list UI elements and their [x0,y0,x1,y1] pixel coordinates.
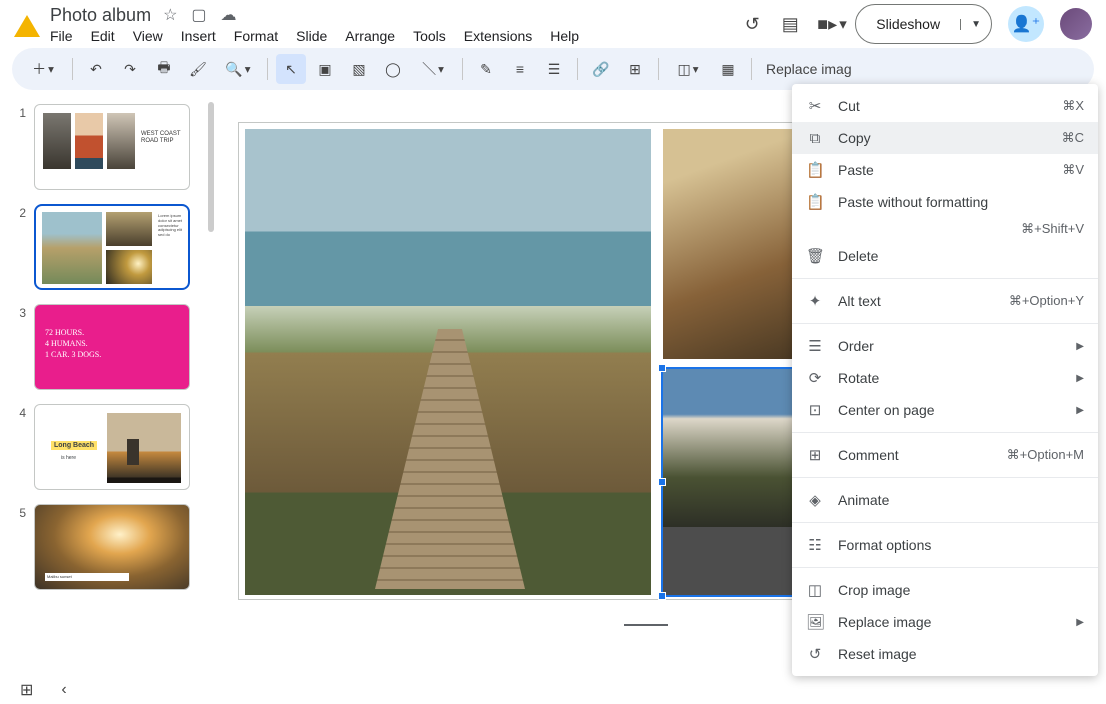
format-icon: ☷ [806,536,824,554]
history-icon[interactable]: ↺ [741,14,763,35]
menu-insert[interactable]: Insert [181,28,216,44]
slide-thumbnail-4[interactable]: Long Beach is here [34,404,190,490]
ctx-cut[interactable]: ✂Cut⌘X [792,90,1098,122]
menu-bar: File Edit View Insert Format Slide Arran… [50,26,741,44]
shape-tool[interactable]: ◯ [378,54,408,84]
order-icon: ☰ [806,337,824,355]
mask-button[interactable]: ▦ [713,54,743,84]
menu-extensions[interactable]: Extensions [464,28,532,44]
slide-thumbnail-3[interactable]: 72 HOURS. 4 HUMANS. 1 CAR. 3 DOGS. [34,304,190,390]
meet-icon[interactable]: ■▸ ▾ [817,14,839,35]
print-button[interactable]: 🖶 [149,54,179,84]
context-menu: ✂Cut⌘X ⧉Copy⌘C 📋Paste⌘V 📋Paste without f… [792,84,1098,676]
ctx-format-options[interactable]: ☷Format options [792,529,1098,561]
ctx-alt-text[interactable]: ✦Alt text⌘+Option+Y [792,285,1098,317]
slideshow-caret[interactable]: ▼ [960,19,991,30]
slide-number: 3 [16,304,26,390]
ctx-paste-shortcut: ⌘+Shift+V [792,218,1098,240]
slide-thumbnail-2[interactable]: Lorem ipsum dolor sit amet consectetur a… [34,204,190,290]
border-dash-button[interactable]: ☰ [539,54,569,84]
crop-button[interactable]: ◫ ▾ [667,54,709,84]
undo-button[interactable]: ↶ [81,54,111,84]
center-icon: ⊡ [806,401,824,419]
comments-icon[interactable]: ▤ [779,14,801,35]
ctx-center-on-page[interactable]: ⊡Center on page▶ [792,394,1098,426]
ctx-comment[interactable]: ⊞Comment⌘+Option+M [792,439,1098,471]
menu-slide[interactable]: Slide [296,28,327,44]
menu-edit[interactable]: Edit [91,28,115,44]
border-color-button[interactable]: ✎ [471,54,501,84]
menu-format[interactable]: Format [234,28,278,44]
ctx-animate[interactable]: ◈Animate [792,484,1098,516]
zoom-button[interactable]: 🔍 ▾ [217,54,259,84]
comment-button[interactable]: ⊞ [620,54,650,84]
ctx-rotate[interactable]: ⟳Rotate▶ [792,362,1098,394]
comment-icon: ⊞ [806,446,824,464]
replace-image-label[interactable]: Replace imag [766,61,852,77]
scrollbar[interactable] [208,102,214,232]
line-tool[interactable]: ＼ ▾ [412,54,454,84]
slide-number: 5 [16,504,26,590]
ctx-paste-without-formatting[interactable]: 📋Paste without formatting [792,186,1098,218]
ctx-delete[interactable]: 🗑Delete [792,240,1098,272]
slides-logo[interactable] [14,7,40,41]
ctx-crop-image[interactable]: ◫Crop image [792,574,1098,606]
accessibility-icon: ✦ [806,292,824,310]
slide-panel[interactable]: 1 WEST COAST ROAD TRIP 2 Lorem ipsum dol… [0,94,218,676]
menu-arrange[interactable]: Arrange [345,28,395,44]
star-icon[interactable]: ☆ [163,5,177,25]
redo-button[interactable]: ↷ [115,54,145,84]
slide-number: 2 [16,204,26,290]
ctx-order[interactable]: ☰Order▶ [792,330,1098,362]
app-header: Photo album ☆ ▢ ☁ File Edit View Insert … [0,0,1106,44]
image-icon: 🖼 [806,613,824,631]
ctx-reset-image[interactable]: ↺Reset image [792,638,1098,670]
clipboard-plain-icon: 📋 [806,193,824,211]
account-avatar[interactable] [1060,8,1092,40]
animate-icon: ◈ [806,491,824,509]
collapse-panel-icon[interactable]: ‹ [61,681,66,699]
document-title[interactable]: Photo album [50,5,151,26]
border-weight-button[interactable]: ≡ [505,54,535,84]
slide-thumbnail-5[interactable]: Malibu sunset [34,504,190,590]
grid-view-icon[interactable]: ⊞ [20,680,33,700]
slide-thumbnail-1[interactable]: WEST COAST ROAD TRIP [34,104,190,190]
ctx-copy[interactable]: ⧉Copy⌘C [792,122,1098,154]
menu-file[interactable]: File [50,28,73,44]
menu-tools[interactable]: Tools [413,28,446,44]
scissors-icon: ✂ [806,97,824,115]
move-icon[interactable]: ▢ [191,5,206,25]
copy-icon: ⧉ [806,130,824,147]
cloud-icon[interactable]: ☁ [221,5,237,25]
slide-number: 4 [16,404,26,490]
ctx-replace-image[interactable]: 🖼Replace image▶ [792,606,1098,638]
image-tool[interactable]: ▧ [344,54,374,84]
textbox-tool[interactable]: ▣ [310,54,340,84]
rotate-icon: ⟳ [806,369,824,387]
crop-icon: ◫ [806,581,824,599]
slideshow-button[interactable]: Slideshow ▼ [855,4,992,44]
canvas-image-boardwalk[interactable] [245,129,651,595]
paint-format-button[interactable]: 🖌 [183,54,213,84]
menu-view[interactable]: View [133,28,163,44]
menu-help[interactable]: Help [550,28,579,44]
trash-icon: 🗑 [806,247,824,265]
share-button[interactable]: 👤⁺ [1008,6,1044,42]
reset-icon: ↺ [806,645,824,663]
clipboard-icon: 📋 [806,161,824,179]
slide-number: 1 [16,104,26,190]
new-slide-button[interactable]: ＋ ▾ [22,54,64,84]
link-button[interactable]: 🔗 [586,54,616,84]
select-tool[interactable]: ↖ [276,54,306,84]
ctx-paste[interactable]: 📋Paste⌘V [792,154,1098,186]
